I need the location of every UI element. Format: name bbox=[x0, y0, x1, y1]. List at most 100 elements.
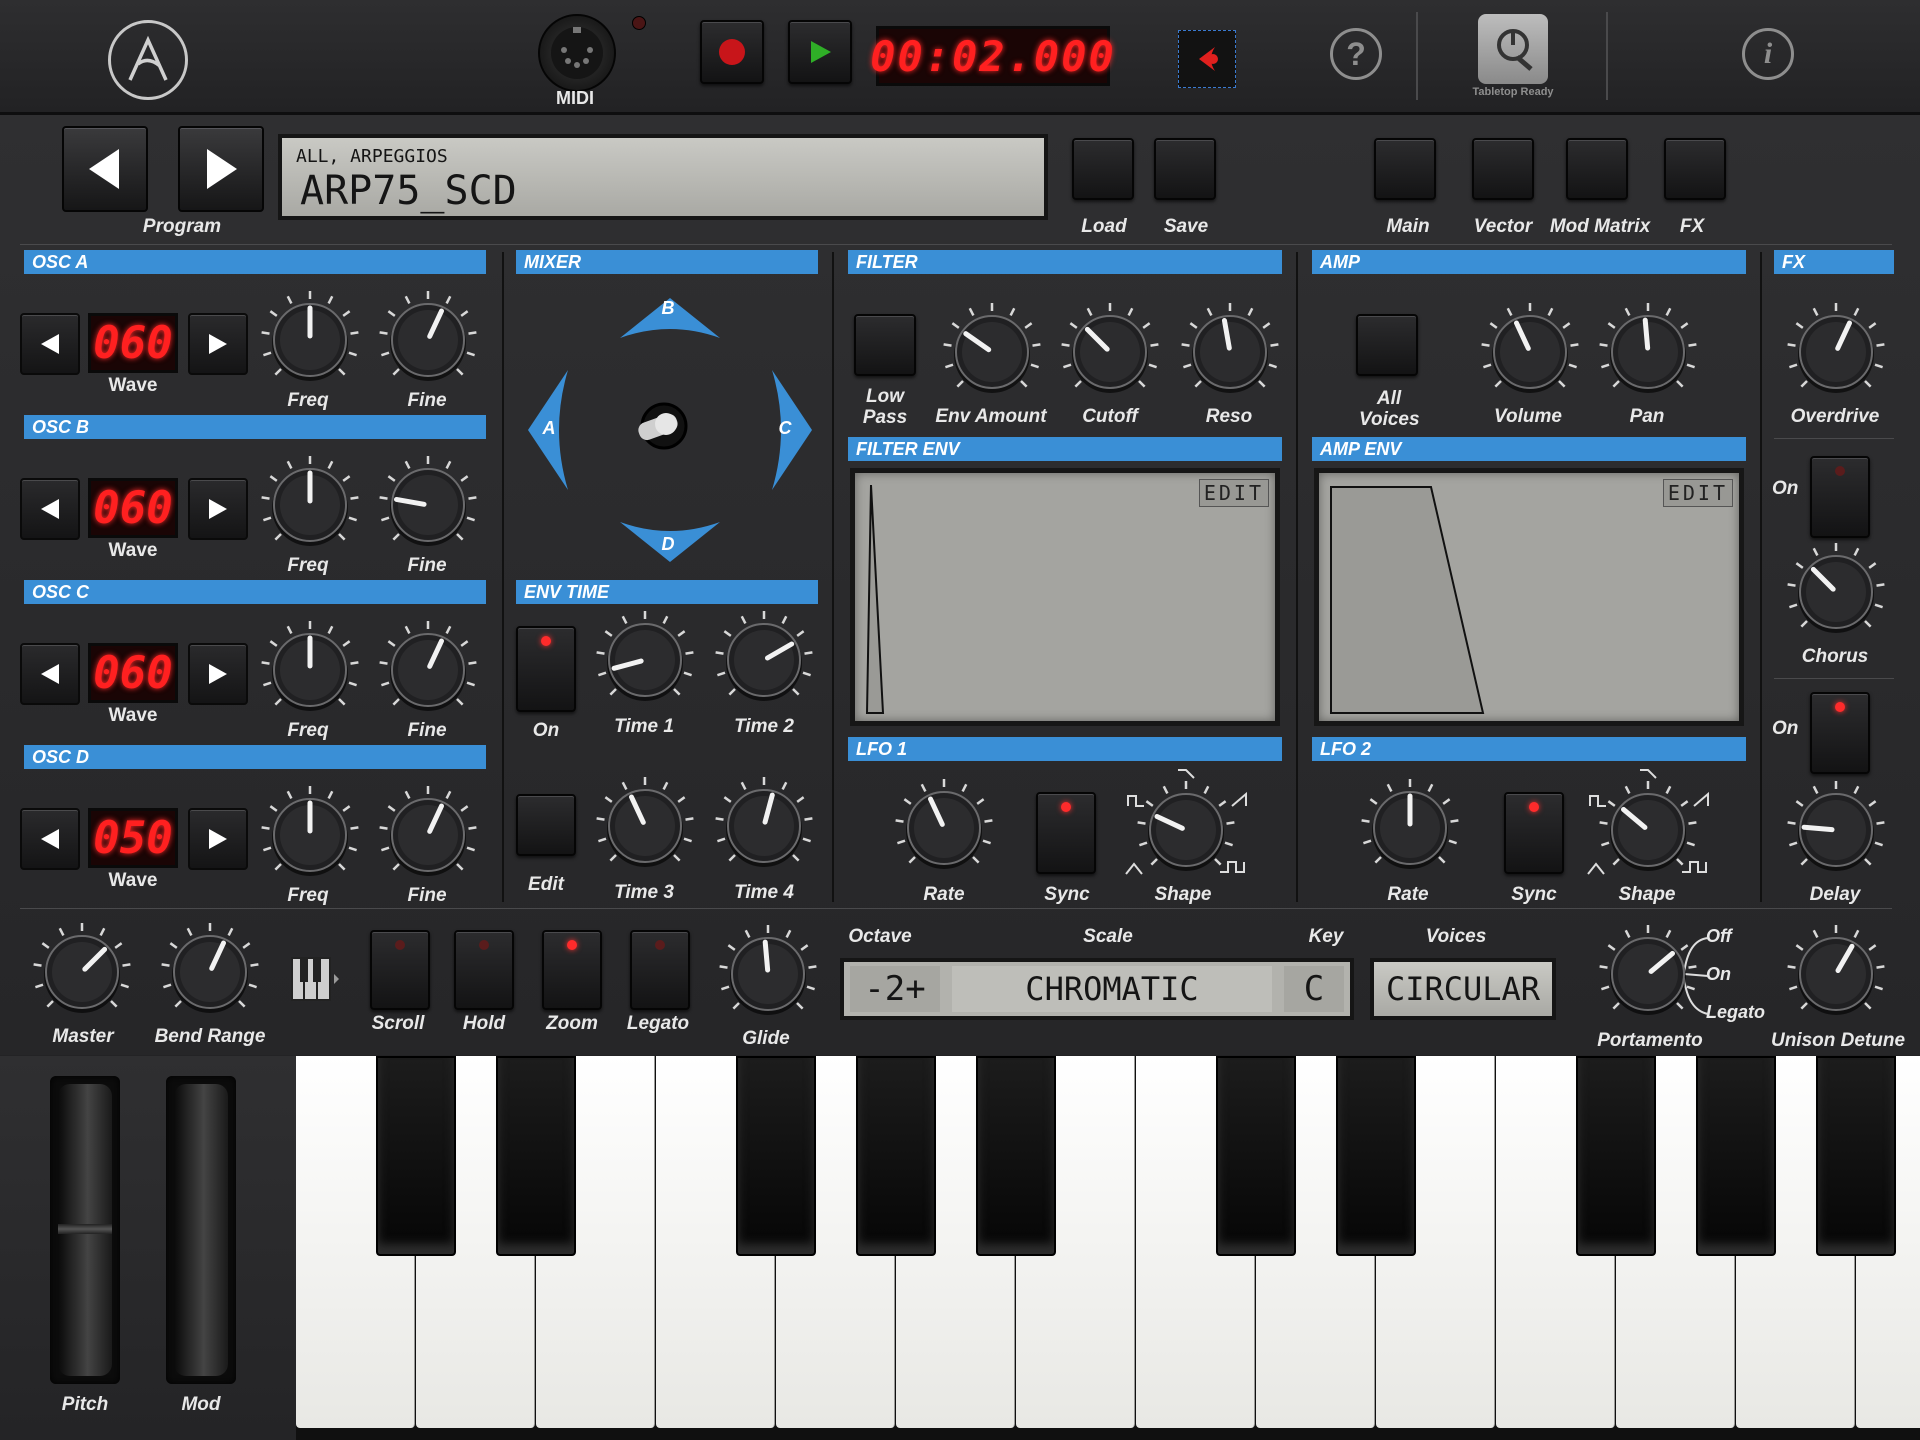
black-key[interactable] bbox=[496, 1056, 576, 1256]
low-pass-label: Low Pass bbox=[858, 386, 912, 428]
tabletop-ready-icon[interactable] bbox=[1478, 14, 1548, 84]
octave-label: Octave bbox=[848, 926, 912, 947]
lfo1-shape-label: Shape bbox=[1154, 884, 1212, 905]
scroll-button[interactable] bbox=[370, 930, 430, 1010]
black-key[interactable] bbox=[976, 1056, 1056, 1256]
lfo1-title: LFO 1 bbox=[848, 737, 1282, 761]
osc-c-prev-button[interactable] bbox=[20, 643, 80, 705]
black-key[interactable] bbox=[1816, 1056, 1896, 1256]
black-key[interactable] bbox=[1576, 1056, 1656, 1256]
env-time-edit-button[interactable] bbox=[516, 794, 576, 856]
osc-a-wave-label: Wave bbox=[108, 375, 158, 396]
lfo2-sync-button[interactable] bbox=[1504, 792, 1564, 874]
help-icon[interactable]: ? bbox=[1330, 28, 1382, 80]
osc-c-freq-label: Freq bbox=[287, 720, 329, 741]
play-button[interactable] bbox=[788, 20, 852, 84]
master-label: Master bbox=[52, 1026, 114, 1047]
unison-detune-label: Unison Detune bbox=[1770, 1030, 1906, 1051]
pitch-wheel-center-mark bbox=[58, 1224, 112, 1234]
program-display[interactable]: ALL, ARPEGGIOS ARP75_SCD bbox=[278, 134, 1048, 220]
arturia-logo-icon[interactable] bbox=[108, 20, 188, 100]
overdrive-label: Overdrive bbox=[1790, 406, 1880, 427]
program-next-button[interactable] bbox=[178, 126, 264, 212]
arrow-right-icon bbox=[209, 829, 227, 849]
load-label: Load bbox=[1081, 216, 1127, 237]
osc-b-next-button[interactable] bbox=[188, 478, 248, 540]
legato-label: Legato bbox=[626, 1013, 690, 1034]
osc-d-next-button[interactable] bbox=[188, 808, 248, 870]
osc-a-title: OSC A bbox=[24, 250, 486, 274]
mixer-c-label: C bbox=[778, 418, 792, 438]
osc-b-prev-button[interactable] bbox=[20, 478, 80, 540]
black-key[interactable] bbox=[1696, 1056, 1776, 1256]
black-key[interactable] bbox=[376, 1056, 456, 1256]
arrow-right-icon bbox=[209, 664, 227, 684]
osc-a-next-button[interactable] bbox=[188, 313, 248, 375]
pitch-wheel[interactable] bbox=[58, 1084, 112, 1376]
vector-joystick-area[interactable] bbox=[520, 290, 820, 570]
portamento-label: Portamento bbox=[1597, 1030, 1703, 1051]
porta-legato-label: Legato bbox=[1706, 1002, 1766, 1022]
key-value[interactable]: C bbox=[1284, 966, 1344, 1012]
osc-a-prev-button[interactable] bbox=[20, 313, 80, 375]
low-pass-button[interactable] bbox=[854, 314, 916, 376]
zoom-button[interactable] bbox=[542, 930, 602, 1010]
env-time-title: ENV TIME bbox=[516, 580, 818, 604]
octave-value[interactable]: -2+ bbox=[850, 966, 940, 1012]
toolbar-divider-2 bbox=[1606, 12, 1608, 100]
env-time-on-button[interactable] bbox=[516, 626, 576, 712]
key-label: Key bbox=[1308, 926, 1344, 947]
keyboard-view-icon[interactable] bbox=[290, 956, 340, 1002]
mixer-d-label: D bbox=[661, 534, 675, 554]
osc-a-freq-label: Freq bbox=[287, 390, 329, 411]
black-key[interactable] bbox=[856, 1056, 936, 1256]
mod-matrix-view-button[interactable] bbox=[1566, 138, 1628, 200]
fx-title: FX bbox=[1774, 250, 1894, 274]
all-voices-label: All Voices bbox=[1359, 388, 1420, 430]
cubasis-link-icon[interactable] bbox=[1178, 30, 1236, 88]
program-prev-button[interactable] bbox=[62, 126, 148, 212]
vector-view-button[interactable] bbox=[1472, 138, 1534, 200]
black-key[interactable] bbox=[1216, 1056, 1296, 1256]
chorus-on-button[interactable] bbox=[1810, 456, 1870, 538]
cutoff-label: Cutoff bbox=[1082, 406, 1138, 427]
mod-wheel[interactable] bbox=[174, 1084, 228, 1376]
main-view-button[interactable] bbox=[1374, 138, 1436, 200]
low-pass-text: Low Pass bbox=[862, 386, 908, 428]
play-icon bbox=[811, 41, 831, 63]
env-time-on-led bbox=[541, 636, 551, 646]
scale-value[interactable]: CHROMATIC bbox=[952, 966, 1272, 1012]
mixer-b-label: B bbox=[661, 298, 675, 318]
chorus-on-led bbox=[1835, 466, 1845, 476]
hold-button[interactable] bbox=[454, 930, 514, 1010]
info-icon[interactable]: i bbox=[1742, 28, 1794, 80]
fx-on2-label: On bbox=[1772, 718, 1799, 739]
osc-c-wave-display: 060 bbox=[88, 643, 178, 703]
osc-d-prev-button[interactable] bbox=[20, 808, 80, 870]
black-key[interactable] bbox=[736, 1056, 816, 1256]
zoom-label: Zoom bbox=[546, 1013, 598, 1034]
env-time-edit-label: Edit bbox=[528, 874, 564, 895]
fx-view-button[interactable] bbox=[1664, 138, 1726, 200]
load-button[interactable] bbox=[1072, 138, 1134, 200]
osc-d-wave-display: 050 bbox=[88, 808, 178, 868]
midi-icon[interactable] bbox=[538, 14, 616, 92]
black-key[interactable] bbox=[1336, 1056, 1416, 1256]
amp-env-display[interactable]: EDIT bbox=[1314, 468, 1744, 726]
save-button[interactable] bbox=[1154, 138, 1216, 200]
arrow-right-icon bbox=[207, 149, 237, 189]
env-time1-label: Time 1 bbox=[614, 716, 674, 737]
legato-button[interactable] bbox=[630, 930, 690, 1010]
midi-label: MIDI bbox=[556, 88, 594, 108]
delay-label: Delay bbox=[1809, 884, 1861, 905]
filter-env-display[interactable]: EDIT bbox=[850, 468, 1280, 726]
delay-on-button[interactable] bbox=[1810, 692, 1870, 774]
osc-d-wave-label: Wave bbox=[108, 870, 158, 891]
osc-c-next-button[interactable] bbox=[188, 643, 248, 705]
lfo1-sync-button[interactable] bbox=[1036, 792, 1096, 874]
env-amount-label: Env Amount bbox=[935, 406, 1047, 427]
voices-display[interactable]: CIRCULAR bbox=[1370, 958, 1556, 1020]
record-button[interactable] bbox=[700, 20, 764, 84]
fx-divider-2 bbox=[1774, 678, 1894, 679]
all-voices-button[interactable] bbox=[1356, 314, 1418, 376]
